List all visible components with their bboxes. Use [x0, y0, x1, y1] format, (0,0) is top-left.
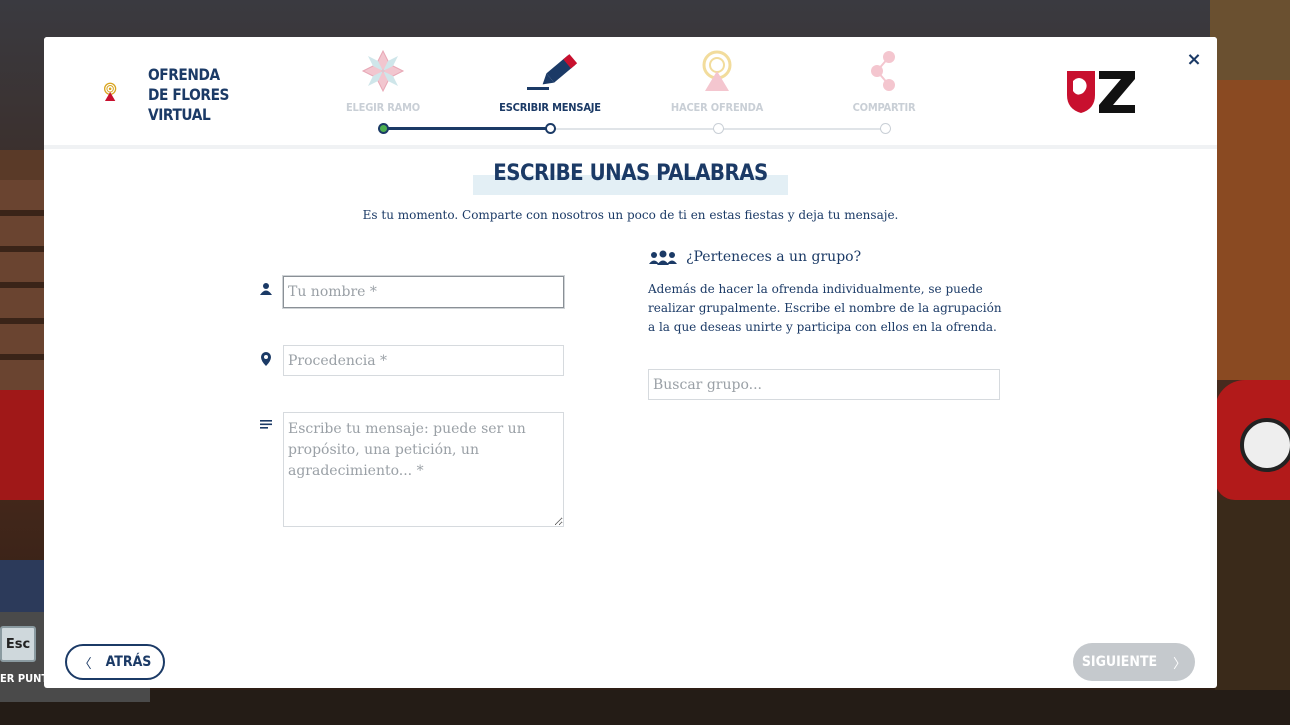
- step-compartir[interactable]: COMPARTIR: [814, 47, 954, 114]
- esc-key[interactable]: Esc: [0, 626, 36, 662]
- pencil-icon: [527, 54, 578, 90]
- offering-icon: [702, 50, 732, 91]
- brand-line-2: DE FLORES: [148, 85, 230, 104]
- background-red-float-left: [0, 390, 50, 500]
- step-label: HACER OFRENDA: [670, 101, 764, 114]
- step-dot-pending: [713, 123, 724, 134]
- step-hacer-ofrenda[interactable]: HACER OFRENDA: [647, 47, 787, 114]
- zaragoza-logo-icon: [1067, 71, 1135, 113]
- step-elegir-ramo[interactable]: ELEGIR RAMO: [313, 47, 453, 114]
- brand-name: OFRENDA DE FLORES VIRTUAL: [148, 65, 229, 125]
- group-users-icon: [649, 250, 677, 265]
- group-title: ¿Perteneces a un grupo?: [686, 249, 862, 265]
- next-button[interactable]: SIGUIENTE 〉: [1073, 643, 1195, 681]
- background-ground: [0, 690, 1290, 725]
- message-lines-icon: [260, 420, 272, 429]
- back-button-label: ATRÁS: [105, 654, 152, 670]
- chevron-right-icon: 〉: [1173, 656, 1187, 672]
- step-dot-done: [378, 123, 389, 134]
- page-title-block: ESCRIBE UNAS PALABRAS: [473, 161, 788, 195]
- back-button[interactable]: 〈 ATRÁS: [65, 644, 165, 680]
- step-escribir-mensaje[interactable]: ESCRIBIR MENSAJE: [480, 47, 620, 114]
- message-textarea[interactable]: [283, 412, 564, 527]
- group-search-input[interactable]: [648, 369, 1000, 400]
- user-icon: [260, 283, 272, 295]
- brand-line-1: OFRENDA: [148, 65, 220, 84]
- modal-header: OFRENDA DE FLORES VIRTUAL ELEGIR RAMO ES…: [44, 37, 1217, 149]
- ofrenda-logo-icon: [104, 82, 117, 102]
- location-pin-icon: [261, 352, 271, 366]
- group-description: Además de hacer la ofrenda individualmen…: [648, 282, 1002, 334]
- step-label: ELEGIR RAMO: [345, 101, 421, 114]
- chevron-left-icon: 〈: [78, 656, 92, 672]
- brand-line-3: VIRTUAL: [148, 105, 211, 124]
- step-dot-active: [545, 123, 556, 134]
- background-blue-block: [0, 560, 50, 620]
- flower-icon: [361, 49, 405, 93]
- origin-input[interactable]: [283, 345, 564, 376]
- name-input[interactable]: [283, 276, 564, 308]
- step-label: ESCRIBIR MENSAJE: [499, 101, 601, 114]
- step-label: COMPARTIR: [852, 101, 916, 114]
- modal-dialog: OFRENDA DE FLORES VIRTUAL ELEGIR RAMO ES…: [44, 37, 1217, 688]
- intro-text: Es tu momento. Comparte con nosotros un …: [362, 208, 899, 222]
- step-dot-pending: [880, 123, 891, 134]
- background-clock: [1240, 418, 1290, 472]
- page-title: ESCRIBE UNAS PALABRAS: [493, 161, 768, 186]
- next-button-label: SIGUIENTE: [1081, 654, 1158, 670]
- progress-fill: [383, 127, 550, 130]
- close-button[interactable]: ×: [1184, 49, 1204, 70]
- share-icon: [871, 51, 895, 91]
- background-building-right: [1215, 80, 1290, 380]
